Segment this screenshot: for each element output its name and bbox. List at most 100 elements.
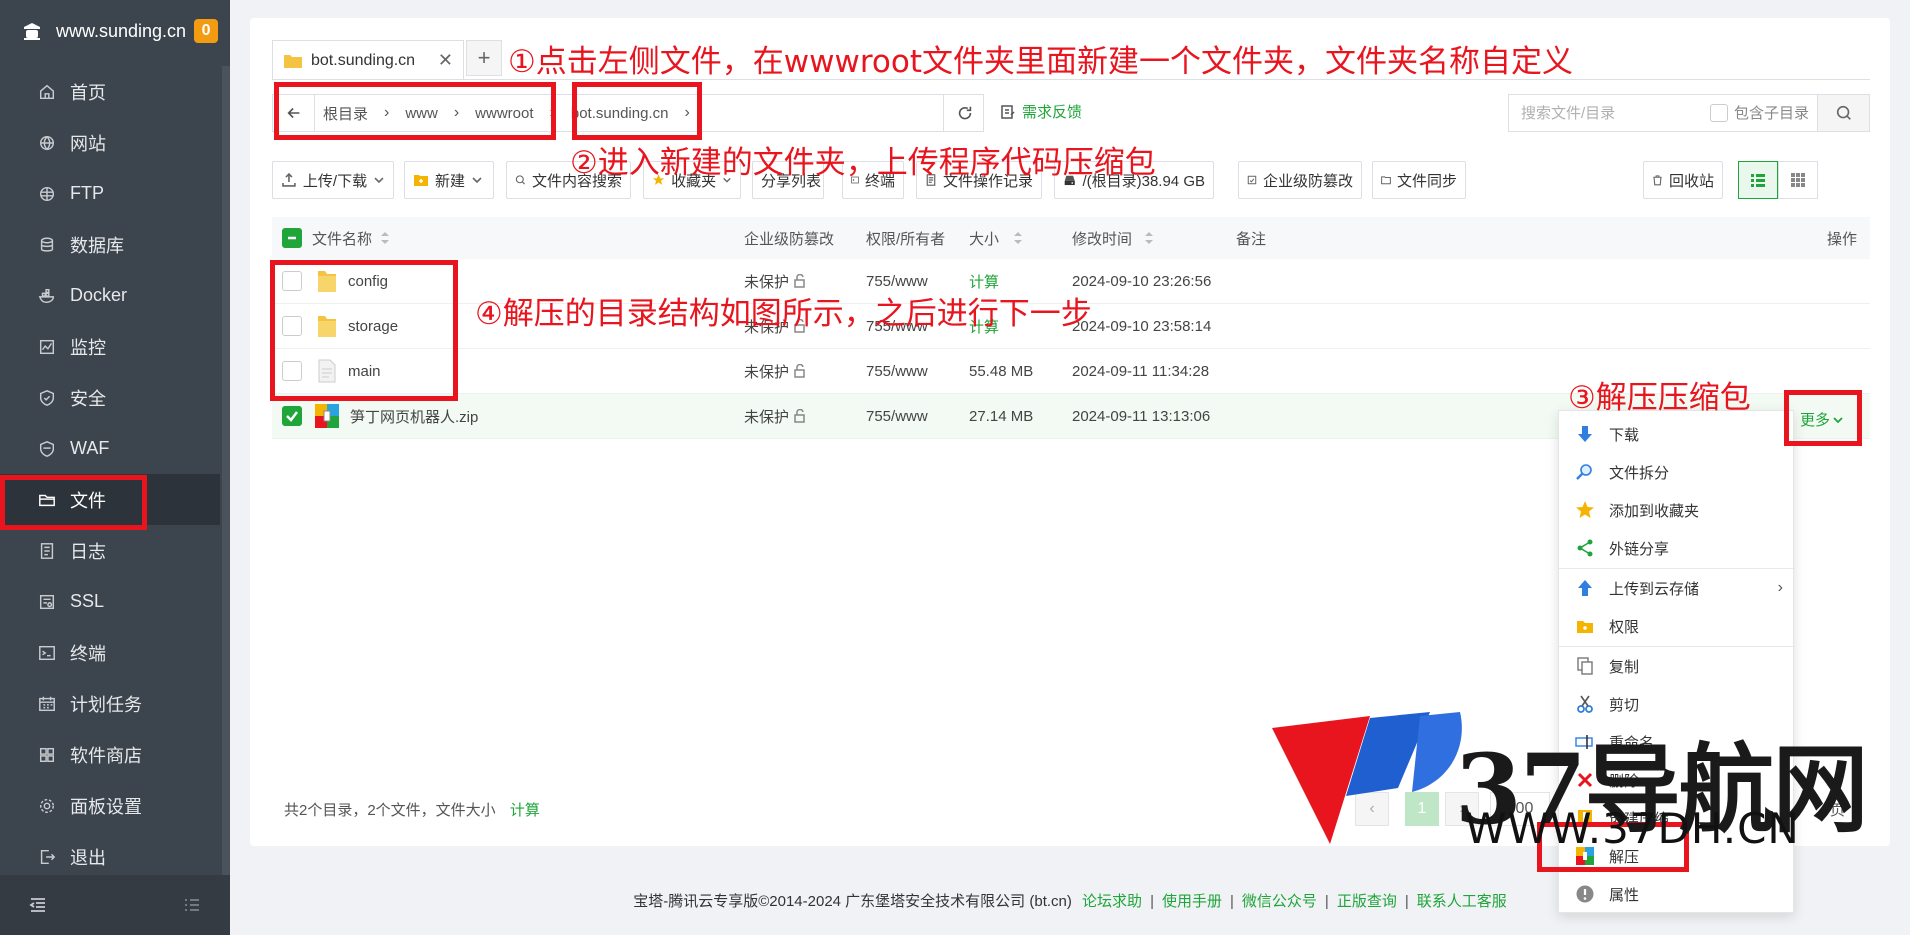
sidebar-scrollbar[interactable] bbox=[222, 66, 230, 878]
path-breadcrumb-bar[interactable]: 根目录 › www › wwwroot › bot.sunding.cn › bbox=[272, 94, 984, 132]
footer-link-forum[interactable]: 论坛求助 bbox=[1082, 893, 1142, 910]
sidebar-brand[interactable]: www.sunding.cn 0 bbox=[0, 0, 230, 62]
sidebar-item-ftp[interactable]: FTP bbox=[0, 168, 220, 219]
breadcrumb-bot-sunding[interactable]: bot.sunding.cn bbox=[563, 105, 677, 122]
menu-split[interactable]: 文件拆分 bbox=[1559, 453, 1795, 491]
sidebar-item-logs[interactable]: 日志 bbox=[0, 525, 220, 576]
logout-icon bbox=[40, 849, 56, 864]
file-name[interactable]: main bbox=[348, 363, 381, 380]
header-mtime[interactable]: 修改时间 bbox=[1072, 217, 1154, 259]
row-checkbox[interactable] bbox=[282, 406, 302, 426]
checkbox-box[interactable] bbox=[1710, 103, 1728, 122]
footer-link-license[interactable]: 正版查询 bbox=[1337, 893, 1397, 910]
footer-separator: | bbox=[1229, 893, 1234, 910]
modified-time: 2024-09-11 13:13:06 bbox=[1072, 407, 1211, 425]
file-sync-button[interactable]: 文件同步 bbox=[1372, 161, 1466, 199]
tab-label: bot.sunding.cn bbox=[311, 51, 416, 69]
sidebar-item-website[interactable]: 网站 bbox=[0, 117, 220, 168]
list-view-button[interactable] bbox=[1738, 161, 1778, 199]
permission[interactable]: 755/www bbox=[866, 394, 928, 438]
row-checkbox[interactable] bbox=[282, 271, 302, 291]
summary-calc-link[interactable]: 计算 bbox=[510, 802, 540, 819]
more-actions-button[interactable]: 更多 bbox=[1800, 409, 1844, 430]
sidebar-item-monitor[interactable]: 监控 bbox=[0, 321, 220, 372]
header-name[interactable]: 文件名称 bbox=[312, 217, 390, 259]
feedback-link[interactable]: 需求反馈 bbox=[1000, 101, 1082, 122]
breadcrumb-wwwroot[interactable]: wwwroot bbox=[467, 105, 541, 122]
unlock-icon[interactable] bbox=[793, 364, 807, 378]
row-checkbox[interactable] bbox=[282, 361, 302, 381]
header-size[interactable]: 大小 bbox=[969, 217, 1023, 259]
menu-share-link[interactable]: 外链分享 bbox=[1559, 529, 1795, 567]
sidebar-item-label: 软件商店 bbox=[70, 745, 142, 766]
sidebar-item-label: FTP bbox=[70, 183, 104, 203]
breadcrumb-www[interactable]: www bbox=[397, 105, 446, 122]
sidebar-item-waf[interactable]: WAF bbox=[0, 423, 220, 474]
back-button[interactable] bbox=[273, 95, 315, 131]
tab-close-icon[interactable]: ✕ bbox=[438, 50, 453, 71]
footer-link-manual[interactable]: 使用手册 bbox=[1162, 893, 1222, 910]
add-tab-button[interactable]: + bbox=[466, 40, 502, 76]
chevron-right-icon: › bbox=[384, 104, 390, 121]
notification-badge[interactable]: 0 bbox=[194, 19, 219, 43]
anti-tamper-button[interactable]: 企业级防篡改 bbox=[1238, 161, 1362, 199]
sidebar-item-terminal[interactable]: 终端 bbox=[0, 627, 220, 678]
sidebar-item-label: WAF bbox=[70, 438, 110, 458]
sidebar-item-settings[interactable]: 面板设置 bbox=[0, 780, 220, 831]
sidebar-item-home[interactable]: 首页 bbox=[0, 66, 220, 117]
sidebar-item-cron[interactable]: 计划任务 bbox=[0, 678, 220, 729]
page-footer: 宝塔-腾讯云专享版©2014-2024 广东堡塔安全技术有限公司 (bt.cn)… bbox=[230, 890, 1910, 911]
sidebar-item-database[interactable]: 数据库 bbox=[0, 219, 220, 270]
sidebar-item-store[interactable]: 软件商店 bbox=[0, 729, 220, 780]
search-button[interactable] bbox=[1818, 94, 1870, 132]
grid-view-button[interactable] bbox=[1778, 161, 1818, 199]
home-icon bbox=[39, 84, 55, 99]
sidebar-item-label: 日志 bbox=[70, 541, 106, 562]
chevron-right-icon: › bbox=[684, 104, 690, 121]
magnifier-icon bbox=[1576, 464, 1592, 480]
tab-bot-sunding[interactable]: bot.sunding.cn ✕ bbox=[272, 40, 464, 80]
file-name[interactable]: config bbox=[348, 273, 388, 290]
sidebar-item-label: 退出 bbox=[70, 847, 106, 868]
sidebar-item-ssl[interactable]: SSL bbox=[0, 576, 220, 627]
prev-page-button[interactable]: ‹ bbox=[1355, 792, 1389, 826]
chevron-down-icon bbox=[1833, 416, 1843, 423]
footer-link-wechat[interactable]: 微信公众号 bbox=[1242, 893, 1317, 910]
unlock-icon[interactable] bbox=[793, 409, 807, 423]
page-1-button[interactable]: 1 bbox=[1405, 792, 1439, 826]
collapse-menu-icon[interactable] bbox=[28, 895, 48, 915]
file-size: 27.14 MB bbox=[969, 407, 1034, 425]
menu-download[interactable]: 下载 bbox=[1559, 415, 1795, 453]
breadcrumb-root[interactable]: 根目录 bbox=[315, 103, 376, 124]
new-button[interactable]: 新建 bbox=[404, 161, 494, 199]
file-name[interactable]: storage bbox=[348, 318, 398, 335]
refresh-button[interactable] bbox=[943, 95, 985, 131]
menu-permission[interactable]: 权限 bbox=[1559, 607, 1795, 645]
menu-upload-cloud[interactable]: 上传到云存储 › bbox=[1559, 569, 1795, 607]
select-all-checkbox[interactable] bbox=[282, 217, 302, 259]
share-icon bbox=[1577, 539, 1593, 557]
include-subdir-checkbox[interactable]: 包含子目录 bbox=[1710, 102, 1809, 123]
gear-icon bbox=[39, 798, 55, 813]
sidebar-item-files[interactable]: 文件 bbox=[0, 474, 220, 525]
list-menu-icon[interactable] bbox=[182, 895, 202, 915]
sidebar-item-docker[interactable]: Docker bbox=[0, 270, 220, 321]
row-checkbox[interactable] bbox=[282, 316, 302, 336]
sidebar-nav: 首页 网站 FTP 数据库 Docker 监控 安全 WAF 文件 日志 SSL… bbox=[0, 66, 220, 882]
menu-label: 复制 bbox=[1609, 658, 1640, 676]
recycle-bin-button[interactable]: 回收站 bbox=[1643, 161, 1723, 199]
sort-icon bbox=[1014, 232, 1023, 244]
search-input[interactable] bbox=[1521, 104, 1681, 122]
file-summary: 共2个目录，2个文件，文件大小 计算 bbox=[284, 799, 540, 820]
file-name[interactable]: 笋丁网页机器人.zip bbox=[350, 406, 478, 427]
footer-link-support[interactable]: 联系人工客服 bbox=[1417, 893, 1507, 910]
menu-copy[interactable]: 复制 bbox=[1559, 647, 1795, 685]
modified-time: 2024-09-10 23:58:14 bbox=[1072, 317, 1212, 335]
sidebar-item-security[interactable]: 安全 bbox=[0, 372, 220, 423]
unlock-icon[interactable] bbox=[793, 274, 807, 288]
watermark-url: WWW.37DH.CN bbox=[1465, 804, 1800, 853]
permission[interactable]: 755/www bbox=[866, 349, 928, 393]
new-folder-icon bbox=[414, 175, 428, 186]
menu-add-favorite[interactable]: 添加到收藏夹 bbox=[1559, 491, 1795, 529]
upload-download-button[interactable]: 上传/下载 bbox=[272, 161, 394, 199]
